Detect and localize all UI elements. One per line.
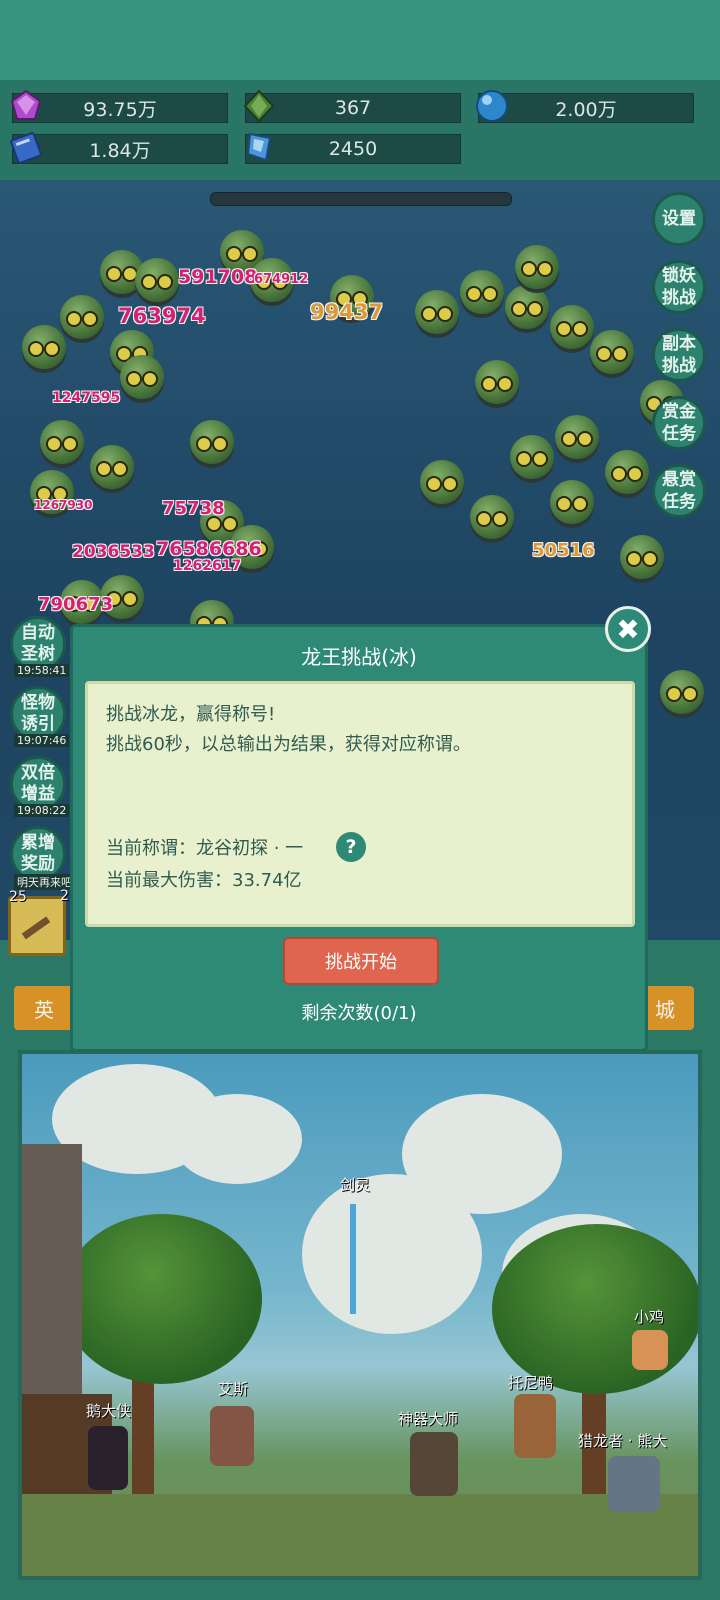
current-title: 当前称谓：龙谷初探 · 一 [106,838,304,859]
max-damage: 当前最大伤害：33.74亿 [106,870,302,891]
challenge-description: 挑战冰龙，赢得称号! [106,704,276,725]
dialog-title: 龙王挑战(冰) [301,645,417,669]
help-icon[interactable]: ? [336,832,366,862]
start-challenge-button[interactable]: 挑战开始 [283,937,439,985]
challenge-rules: 挑战60秒，以总输出为结果，获得对应称谓。 [106,734,471,755]
remaining-attempts: 剩余次数(0/1) [301,1003,417,1024]
dialog-content: 挑战冰龙，赢得称号! 挑战60秒，以总输出为结果，获得对应称谓。 当前称谓：龙谷… [85,681,635,927]
dragon-king-challenge-dialog: 龙王挑战(冰) 挑战冰龙，赢得称号! 挑战60秒，以总输出为结果，获得对应称谓。… [70,624,648,1052]
close-icon[interactable]: ✖ [605,606,651,652]
